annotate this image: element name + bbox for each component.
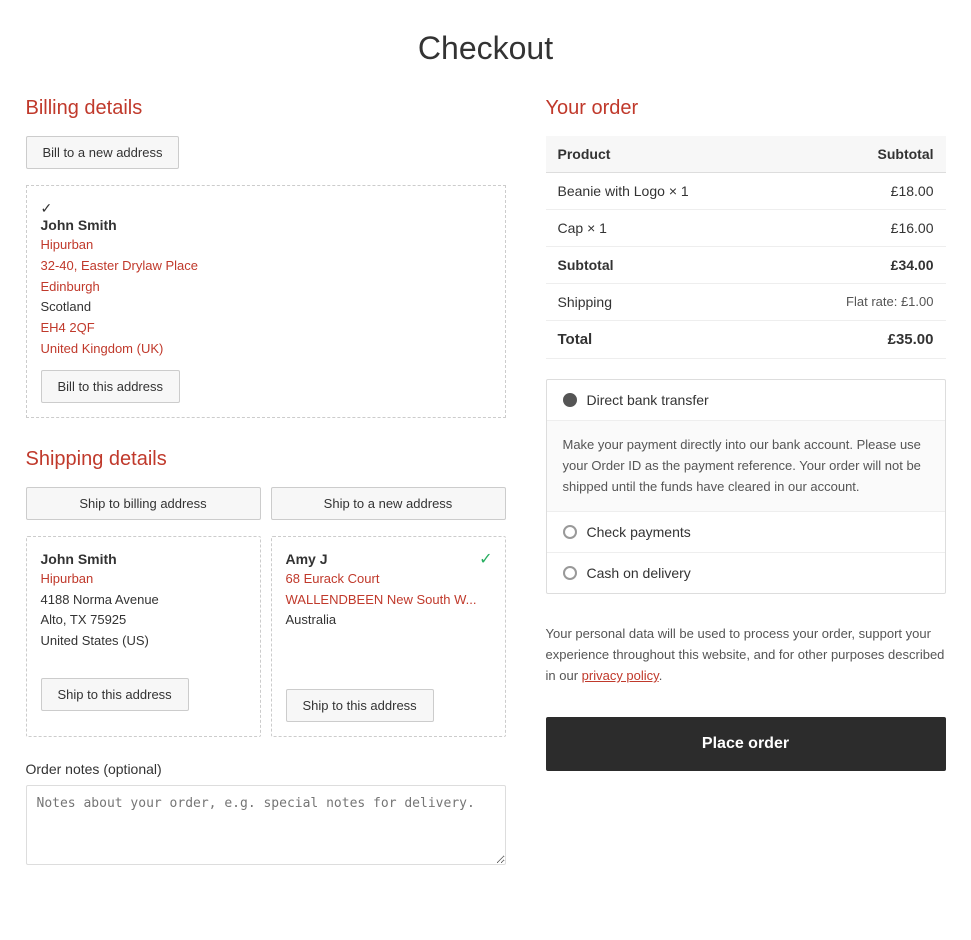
your-order-title: Your order (546, 97, 946, 120)
shipping-country-1: United States (US) (41, 631, 246, 652)
total-label: Total (546, 321, 779, 359)
order-item-2-name: Cap × 1 (546, 210, 779, 247)
payment-section: Direct bank transfer Make your payment d… (546, 379, 946, 594)
subtotal-label: Subtotal (546, 247, 779, 284)
left-column: Billing details Bill to a new address ✓ … (26, 97, 506, 868)
bill-to-address-button[interactable]: Bill to this address (41, 370, 181, 403)
ship-to-address-button-1[interactable]: Ship to this address (41, 678, 189, 711)
shipping-address-card-2: ✓ Amy J 68 Eurack Court WALLENDBEEN New … (271, 536, 506, 737)
shipping-country-2: Australia (286, 610, 491, 631)
subtotal-value: £34.00 (778, 247, 945, 284)
bank-transfer-label: Direct bank transfer (587, 392, 709, 408)
billing-address-card: ✓ John Smith Hipurban 32-40, Easter Dryl… (26, 185, 506, 418)
payment-option-check[interactable]: Check payments (547, 512, 945, 553)
billing-title: Billing details (26, 97, 506, 120)
shipping-title: Shipping details (26, 448, 506, 471)
shipping-line1-2: 68 Eurack Court (286, 569, 491, 590)
product-column-header: Product (546, 136, 779, 173)
billing-check-icon: ✓ (41, 200, 53, 216)
privacy-notice: Your personal data will be used to proce… (546, 610, 946, 700)
shipping-name-1: John Smith (41, 551, 246, 567)
order-item-row-2: Cap × 1 £16.00 (546, 210, 946, 247)
shipping-line2-2: WALLENDBEEN New South W... (286, 590, 491, 611)
radio-bank-transfer (563, 393, 577, 407)
total-value: £35.00 (778, 321, 945, 359)
payment-option-cod[interactable]: Cash on delivery (547, 553, 945, 593)
place-order-button[interactable]: Place order (546, 717, 946, 771)
shipping-address-card-1: John Smith Hipurban 4188 Norma Avenue Al… (26, 536, 261, 737)
ship-billing-address-button[interactable]: Ship to billing address (26, 487, 261, 520)
page-title: Checkout (0, 0, 971, 97)
order-total-row: Total £35.00 (546, 321, 946, 359)
cash-on-delivery-label: Cash on delivery (587, 565, 691, 581)
order-notes-textarea[interactable] (26, 785, 506, 865)
radio-check-payments (563, 525, 577, 539)
shipping-addresses-container: John Smith Hipurban 4188 Norma Avenue Al… (26, 536, 506, 737)
order-item-2-subtotal: £16.00 (778, 210, 945, 247)
privacy-policy-link[interactable]: privacy policy (582, 668, 659, 683)
billing-city: Edinburgh (41, 277, 491, 298)
bank-transfer-description: Make your payment directly into our bank… (547, 421, 945, 512)
shipping-section: Shipping details Ship to billing address… (26, 448, 506, 737)
shipping-value: Flat rate: £1.00 (778, 284, 945, 321)
order-notes-label: Order notes (optional) (26, 761, 506, 777)
billing-name: John Smith (41, 217, 491, 233)
order-table: Product Subtotal Beanie with Logo × 1 £1… (546, 136, 946, 359)
billing-line2: 32-40, Easter Drylaw Place (41, 256, 491, 277)
shipping-name-2: Amy J (286, 551, 491, 567)
order-item-1-name: Beanie with Logo × 1 (546, 173, 779, 210)
ship-to-address-button-2[interactable]: Ship to this address (286, 689, 434, 722)
order-notes-section: Order notes (optional) (26, 761, 506, 868)
radio-cash-on-delivery (563, 566, 577, 580)
right-column: Your order Product Subtotal Beanie with … (546, 97, 946, 868)
order-table-header-row: Product Subtotal (546, 136, 946, 173)
shipping-check-icon-2: ✓ (479, 549, 492, 569)
shipping-line2-1: 4188 Norma Avenue (41, 590, 246, 611)
shipping-city-state-1: Alto, TX 75925 (41, 610, 246, 631)
order-item-row-1: Beanie with Logo × 1 £18.00 (546, 173, 946, 210)
shipping-line1-1: Hipurban (41, 569, 246, 590)
billing-region: Scotland (41, 297, 491, 318)
billing-postcode: EH4 2QF (41, 318, 491, 339)
shipping-top-row: Ship to billing address Ship to a new ad… (26, 487, 506, 520)
order-shipping-row: Shipping Flat rate: £1.00 (546, 284, 946, 321)
shipping-label: Shipping (546, 284, 779, 321)
order-subtotal-row: Subtotal £34.00 (546, 247, 946, 284)
check-payments-label: Check payments (587, 524, 691, 540)
payment-option-bank-transfer[interactable]: Direct bank transfer (547, 380, 945, 421)
billing-line1: Hipurban (41, 235, 491, 256)
bill-new-address-button[interactable]: Bill to a new address (26, 136, 180, 169)
subtotal-column-header: Subtotal (778, 136, 945, 173)
ship-new-address-button[interactable]: Ship to a new address (271, 487, 506, 520)
order-item-1-subtotal: £18.00 (778, 173, 945, 210)
billing-section: Billing details Bill to a new address ✓ … (26, 97, 506, 418)
billing-country: United Kingdom (UK) (41, 339, 491, 360)
